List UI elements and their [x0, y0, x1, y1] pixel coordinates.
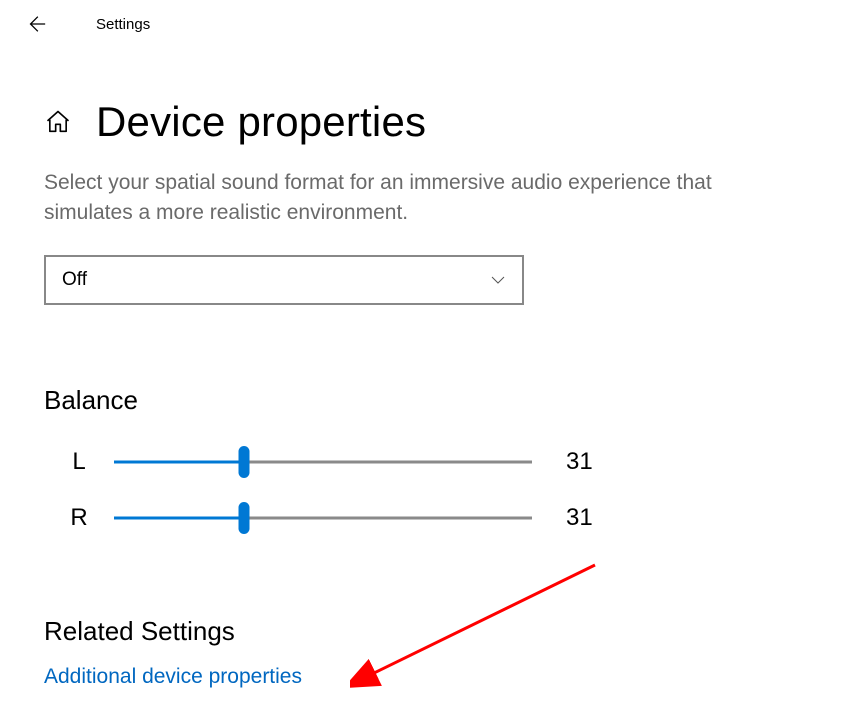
window-title: Settings	[96, 16, 150, 33]
back-arrow-button[interactable]	[24, 12, 48, 36]
balance-left-row: L 31	[44, 434, 805, 490]
chevron-down-icon	[490, 272, 506, 288]
balance-heading: Balance	[44, 385, 805, 416]
page-title: Device properties	[96, 98, 426, 146]
slider-fill	[114, 516, 244, 519]
right-balance-slider[interactable]	[114, 500, 532, 536]
spatial-sound-dropdown[interactable]: Off	[44, 255, 524, 305]
content-area: Device properties Select your spatial so…	[0, 48, 849, 689]
top-bar: Settings	[0, 0, 849, 48]
home-icon[interactable]	[44, 108, 72, 136]
right-balance-value: 31	[566, 504, 593, 532]
slider-fill	[114, 460, 244, 463]
left-balance-slider[interactable]	[114, 444, 532, 480]
additional-device-properties-link[interactable]: Additional device properties	[44, 665, 302, 689]
dropdown-selected-value: Off	[62, 269, 87, 291]
page-description: Select your spatial sound format for an …	[44, 168, 804, 229]
slider-thumb[interactable]	[238, 502, 249, 534]
right-channel-label: R	[44, 504, 114, 532]
left-channel-label: L	[44, 448, 114, 476]
left-balance-value: 31	[566, 448, 593, 476]
slider-thumb[interactable]	[238, 446, 249, 478]
related-settings-heading: Related Settings	[44, 616, 805, 647]
page-heading-row: Device properties	[44, 98, 805, 146]
balance-right-row: R 31	[44, 490, 805, 546]
